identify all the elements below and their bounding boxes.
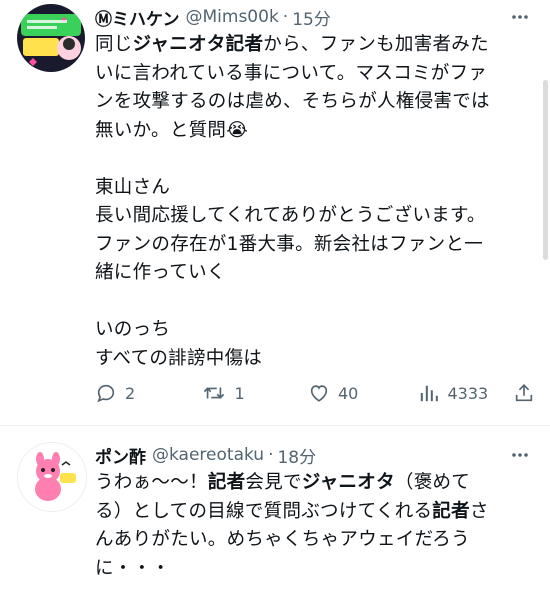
retweet-count: 1 (234, 383, 245, 403)
tweet-text-line: いのっち (95, 319, 171, 340)
tweet-text-line: 同じジャニオタ記者から、ファンも加害者みた (95, 34, 489, 55)
retweet-button[interactable]: 1 (202, 382, 308, 404)
more-icon (512, 453, 528, 457)
avatar[interactable] (17, 442, 87, 512)
tweet-actions: 2 1 40 4333 (95, 378, 535, 408)
separator-dot: · (282, 7, 289, 27)
tweet-text-line (95, 288, 525, 317)
tweet-text-line: に・・・ (95, 557, 171, 579)
reply-icon (97, 384, 115, 403)
tweet-header: ポン酢 @kaereotaku · 18分 (95, 441, 316, 469)
tweet-text-line: すべての誹謗中傷は (95, 347, 263, 369)
tweet-text-line: 東山さん (95, 176, 171, 198)
retweet-icon (204, 387, 225, 399)
more-icon (512, 15, 528, 19)
tweet-header: Ⓜミハケン @Mims00k · 15分 (95, 3, 331, 31)
tweet-text: 同じジャニオタ記者から、ファンも加害者みた いに言われている事について。マスコミが… (95, 31, 525, 373)
user-handle[interactable]: @kaereotaku (152, 445, 264, 465)
timestamp[interactable]: 15分 (292, 5, 331, 30)
tweet-text-line: 緒に作っていく (95, 262, 226, 283)
avatar-image (18, 443, 86, 511)
view-count: 4333 (447, 383, 489, 403)
views-button[interactable]: 4333 (419, 382, 513, 404)
tweet-text-line: 無いか。と質問😭 (95, 119, 249, 141)
more-options-button[interactable] (508, 443, 532, 467)
tweet-text-line: んありがたい。めちゃくちゃアウェイだろう (95, 529, 470, 550)
share-icon (515, 384, 533, 402)
display-name[interactable]: ポン酢 (95, 443, 146, 468)
scrollbar[interactable] (543, 80, 548, 260)
tweet-text-line: ンを攻撃するのは虐め、そちらが人権侵害では (95, 91, 490, 112)
tweet-text: うわぁ〜〜！記者会見でジャニオタ（褒めて る）としての目線で質問ぶつけてくれる記者… (95, 469, 525, 583)
tweet-text-line: いに言われている事について。マスコミがファ (95, 62, 488, 84)
like-button[interactable]: 40 (308, 382, 419, 404)
tweet-divider (0, 425, 550, 426)
display-name[interactable]: Ⓜミハケン (95, 5, 180, 30)
reply-button[interactable]: 2 (95, 382, 202, 404)
views-icon (421, 385, 439, 402)
tweet-text-line: ファンの存在が1番大事。新会社はファンと一 (95, 233, 484, 255)
tweet-text-line: 長い間応援してくれてありがとうございます。 (95, 205, 486, 226)
tweet-text-line: る）としての目線で質問ぶつけてくれる記者さ (95, 500, 489, 522)
avatar-image (17, 4, 85, 72)
reply-count: 2 (125, 383, 136, 403)
tweet-text-line (95, 145, 525, 174)
avatar[interactable] (17, 4, 85, 72)
user-handle[interactable]: @Mims00k (186, 7, 279, 27)
like-count: 40 (337, 383, 359, 403)
heart-icon (310, 385, 328, 402)
share-button[interactable] (513, 382, 535, 404)
more-options-button[interactable] (508, 5, 532, 29)
separator-dot: · (268, 445, 274, 465)
timestamp[interactable]: 18分 (277, 443, 316, 468)
tweet-text-line: うわぁ〜〜！記者会見でジャニオタ（褒めて (95, 472, 471, 493)
